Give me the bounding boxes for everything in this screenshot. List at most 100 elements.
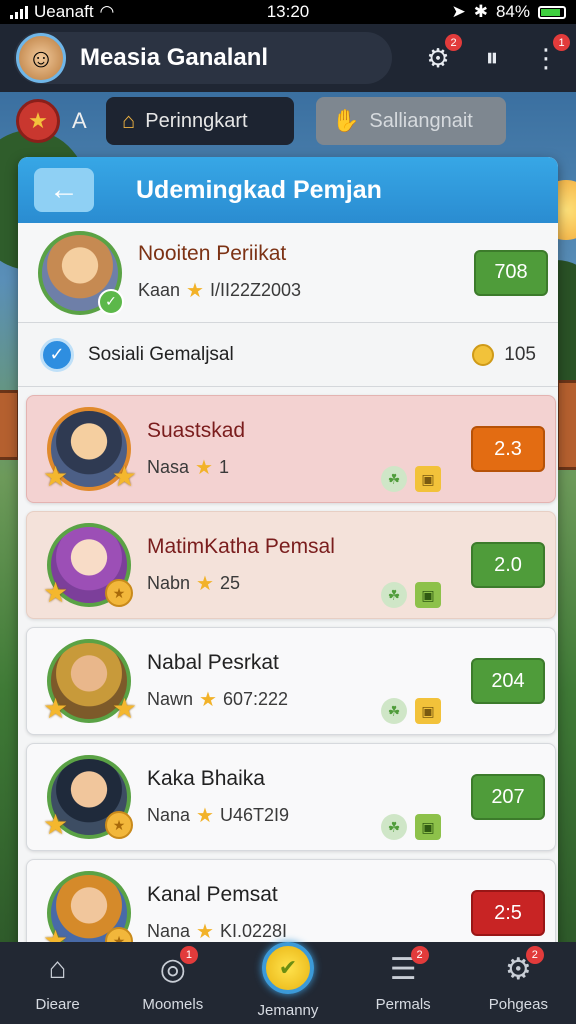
player-name: MatimKatha Pemsal — [147, 534, 335, 558]
app-header: ☺ Measia Ganalanl ⚙ 2 ⏸ ⋮ 1 — [0, 24, 576, 92]
gear-icon[interactable]: ⚙ 2 — [422, 34, 462, 74]
more-icon[interactable]: ⋮ 1 — [530, 34, 570, 74]
player-label: Nasa — [147, 456, 190, 477]
player-label: Nana — [147, 804, 191, 825]
tab-label: Salliangnait — [369, 109, 473, 132]
nav-item-pohgeas[interactable]: ⚙ 2 Pohgeas — [463, 946, 573, 1013]
search-icon: ◎ 1 — [160, 946, 198, 988]
house-icon: ⌂ — [122, 108, 136, 133]
player-row-self[interactable]: ✓ Nooiten Periikat Kaan ★ I/II22Z2003 70… — [18, 223, 558, 323]
center-play-icon: ✔ — [261, 942, 314, 994]
player-row[interactable]: ★ ★ Kaka Bhaika Nana ★ U46T2I9 ☘ ▣ 207 — [26, 743, 556, 851]
tab-letter: A — [72, 108, 87, 133]
player-portrait: ★ ★ — [43, 523, 133, 608]
app-title: Measia Ganalanl — [80, 44, 269, 71]
score-badge: 204 — [471, 658, 545, 704]
notification-badge: 2 — [525, 946, 544, 964]
star-icon: ★ — [111, 461, 137, 492]
player-name: Nooiten Periikat — [138, 242, 287, 265]
notification-badge: 2 — [445, 34, 462, 51]
panel-title: Udemingkad Pemjan — [136, 175, 382, 204]
title-pill: ☺ Measia Ganalanl — [14, 32, 392, 84]
player-portrait: ★ ★ — [43, 639, 137, 724]
bottom-nav: ⌂ Dieare ◎ 1 Moomels ✔ Jemanny ☰ 2 Perma… — [0, 942, 576, 1024]
star-icon: ★ — [111, 693, 137, 724]
coin-icon: ★ — [105, 811, 133, 839]
status-bar: Ueanaft ◠ 13:20 ➤ ✱ 84% — [0, 0, 576, 24]
player-value: 607:222 — [222, 688, 289, 709]
star-icon: ★ — [43, 461, 69, 492]
notification-badge: 2 — [410, 946, 429, 964]
tab-perinngkart[interactable]: ⌂ Perinngkart — [106, 97, 294, 145]
player-name: Kanal Pemsat — [147, 882, 278, 906]
settings-icon: ⚙ 2 — [505, 946, 544, 988]
leaf-icon: ☘ — [381, 698, 407, 724]
gift-icon: ▣ — [415, 698, 441, 724]
nav-item-jemanny[interactable]: ✔ Jemanny — [233, 942, 343, 1019]
player-label: Nabn — [147, 572, 191, 593]
tab-salliangnait[interactable]: ✋ Salliangnait — [316, 97, 506, 145]
player-label: Kaan — [138, 280, 181, 300]
pause-icon[interactable]: ⏸ — [476, 42, 508, 74]
leaderboard-panel: ← Udemingkad Pemjan ✓ Nooiten Periikat K… — [18, 157, 558, 949]
carrier-name: Ueanaft — [34, 2, 94, 21]
panel-header: ← Udemingkad Pemjan — [18, 157, 558, 223]
score-badge: 708 — [474, 249, 548, 296]
house-decoration — [0, 390, 20, 460]
player-portrait: ✓ — [38, 230, 124, 315]
leaf-icon: ☘ — [381, 582, 407, 608]
star-icon: ★ — [195, 456, 213, 479]
nav-item-moomels[interactable]: ◎ 1 Moomels — [118, 946, 228, 1013]
nav-label: Jemanny — [257, 1002, 319, 1019]
star-icon: ★ — [196, 572, 214, 595]
social-label: Sosiali Gemaljsal — [88, 343, 234, 365]
location-icon: ➤ — [451, 2, 466, 21]
gift-icon: ▣ — [415, 582, 441, 608]
nav-item-dieare[interactable]: ⌂ Dieare — [3, 950, 113, 1013]
signal-icon — [10, 5, 28, 19]
player-row[interactable]: ★ ★ Nabal Pesrkat Nawn ★ 607:222 ☘ ▣ 204 — [26, 627, 556, 735]
social-row[interactable]: ✓ Sosiali Gemaljsal 105 — [18, 323, 558, 387]
star-icon: ★ — [43, 809, 69, 840]
bluetooth-icon: ✱ — [473, 2, 488, 21]
player-value: KI.0228I — [219, 920, 288, 941]
hero-avatar-icon[interactable]: ☺ — [16, 33, 66, 83]
battery-icon — [538, 5, 566, 19]
arrow-left-icon: ← — [49, 173, 79, 206]
check-icon: ✓ — [98, 288, 124, 315]
score-badge: 207 — [471, 774, 545, 820]
player-value: 1 — [218, 456, 229, 477]
notification-badge: 1 — [179, 946, 198, 964]
nav-label: Dieare — [35, 996, 80, 1013]
house-decoration — [556, 380, 576, 470]
score-badge: 2.3 — [471, 426, 545, 472]
star-icon: ★ — [196, 804, 214, 827]
player-value: 25 — [219, 572, 240, 593]
nav-label: Pohgeas — [488, 996, 548, 1013]
coin-count: 105 — [504, 343, 536, 365]
list-icon: ☰ 2 — [390, 946, 429, 988]
gift-icon: ▣ — [415, 466, 441, 492]
star-icon: ★ — [199, 688, 217, 711]
player-value: I/II22Z2003 — [209, 280, 302, 300]
star-icon[interactable]: ★ — [16, 99, 60, 143]
player-label: Nana — [147, 920, 191, 941]
back-button[interactable]: ← — [34, 168, 94, 212]
nav-label: Moomels — [142, 996, 204, 1013]
player-row[interactable]: ★ ★ Suastskad Nasa ★ 1 ☘ ▣ 2.3 — [26, 395, 556, 503]
nav-item-permals[interactable]: ☰ 2 Permals — [348, 946, 458, 1013]
player-name: Suastskad — [147, 418, 246, 442]
leaf-icon: ☘ — [381, 466, 407, 492]
player-name: Nabal Pesrkat — [147, 650, 279, 674]
player-name: Kaka Bhaika — [147, 766, 265, 790]
tab-row: ★ A ⌂ Perinngkart ✋ Salliangnait — [16, 96, 560, 146]
player-row[interactable]: ★ ★ Kanal Pemsat Nana ★ KI.0228I 2:5 — [26, 859, 556, 949]
player-row[interactable]: ★ ★ MatimKatha Pemsal Nabn ★ 25 ☘ ▣ 2.0 — [26, 511, 556, 619]
nav-label: Permals — [375, 996, 431, 1013]
tab-label: Perinngkart — [145, 109, 248, 132]
star-icon: ★ — [186, 280, 204, 302]
leaf-icon: ☘ — [381, 814, 407, 840]
home-icon: ⌂ — [48, 952, 67, 985]
score-badge: 2:5 — [471, 890, 545, 936]
star-icon: ★ — [43, 693, 69, 724]
